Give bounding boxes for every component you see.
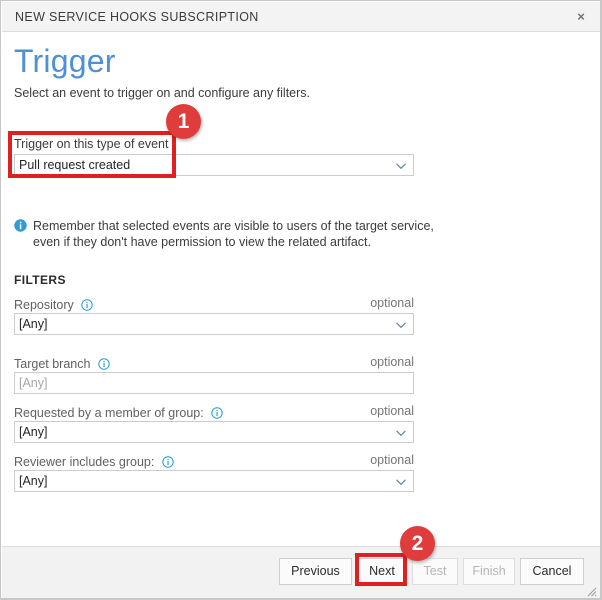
trigger-event-label: Trigger on this type of event — [14, 137, 169, 151]
next-button[interactable]: Next — [357, 558, 407, 585]
filter-label: Repository — [14, 298, 93, 312]
dialog-titlebar: NEW SERVICE HOOKS SUBSCRIPTION × — [2, 2, 600, 32]
info-circle-filled-icon — [14, 219, 27, 232]
chevron-down-icon — [395, 160, 407, 172]
close-icon[interactable]: × — [566, 6, 596, 28]
reviewer-group-filter-select[interactable]: [Any] — [14, 470, 414, 492]
filter-row: Repository optional [Any] — [14, 296, 414, 335]
filter-header: Requested by a member of group: optional — [14, 404, 414, 421]
page-title: Trigger — [14, 43, 116, 79]
filter-label: Target branch — [14, 357, 110, 371]
test-button: Test — [412, 558, 458, 585]
filter-header: Reviewer includes group: optional — [14, 453, 414, 470]
filter-label-text: Reviewer includes group: — [14, 455, 155, 469]
filter-row: Target branch optional — [14, 355, 414, 394]
dialog-title: NEW SERVICE HOOKS SUBSCRIPTION — [15, 10, 259, 24]
repository-filter-select[interactable]: [Any] — [14, 313, 414, 335]
page-subtitle: Select an event to trigger on and config… — [14, 86, 311, 100]
requested-by-group-filter-value: [Any] — [19, 425, 48, 439]
filter-header: Target branch optional — [14, 355, 414, 372]
info-circle-outline-icon[interactable] — [162, 456, 174, 468]
chevron-down-icon — [395, 319, 407, 331]
trigger-event-value: Pull request created — [19, 158, 131, 172]
filter-row: Requested by a member of group: optional… — [14, 404, 414, 443]
screenshot-root: NEW SERVICE HOOKS SUBSCRIPTION × Trigger… — [0, 0, 602, 600]
filter-label-text: Target branch — [14, 357, 91, 371]
chevron-down-icon — [395, 476, 407, 488]
filter-label: Requested by a member of group: — [14, 406, 223, 420]
trigger-event-group: Trigger on this type of event Pull reque… — [14, 137, 414, 176]
events-visibility-note-text: Remember that selected events are visibl… — [33, 219, 434, 249]
dialog-window: NEW SERVICE HOOKS SUBSCRIPTION × Trigger… — [0, 0, 602, 600]
requested-by-group-filter-select[interactable]: [Any] — [14, 421, 414, 443]
cancel-button[interactable]: Cancel — [520, 558, 584, 585]
filter-optional-tag: optional — [370, 296, 414, 310]
resize-grip-icon[interactable] — [585, 584, 597, 597]
filter-optional-tag: optional — [370, 453, 414, 467]
info-circle-outline-icon[interactable] — [211, 407, 223, 419]
trigger-event-select[interactable]: Pull request created — [14, 154, 414, 176]
previous-button[interactable]: Previous — [279, 558, 352, 585]
filter-label-text: Repository — [14, 298, 74, 312]
repository-filter-value: [Any] — [19, 317, 48, 331]
finish-button: Finish — [463, 558, 515, 585]
filter-row: Reviewer includes group: optional [Any] — [14, 453, 414, 492]
filter-label-text: Requested by a member of group: — [14, 406, 204, 420]
info-circle-outline-icon[interactable] — [98, 358, 110, 370]
events-visibility-note: Remember that selected events are visibl… — [14, 218, 434, 250]
dialog-footer: Previous Next Test Finish Cancel — [2, 546, 600, 598]
chevron-down-icon — [395, 427, 407, 439]
info-circle-outline-icon[interactable] — [81, 299, 93, 311]
filter-optional-tag: optional — [370, 355, 414, 369]
filters-heading: FILTERS — [14, 273, 66, 287]
reviewer-group-filter-value: [Any] — [19, 474, 48, 488]
dialog-body: Trigger Select an event to trigger on an… — [2, 32, 600, 545]
filter-optional-tag: optional — [370, 404, 414, 418]
filter-label: Reviewer includes group: — [14, 455, 174, 469]
filter-header: Repository optional — [14, 296, 414, 313]
target-branch-filter-input[interactable] — [14, 372, 414, 394]
